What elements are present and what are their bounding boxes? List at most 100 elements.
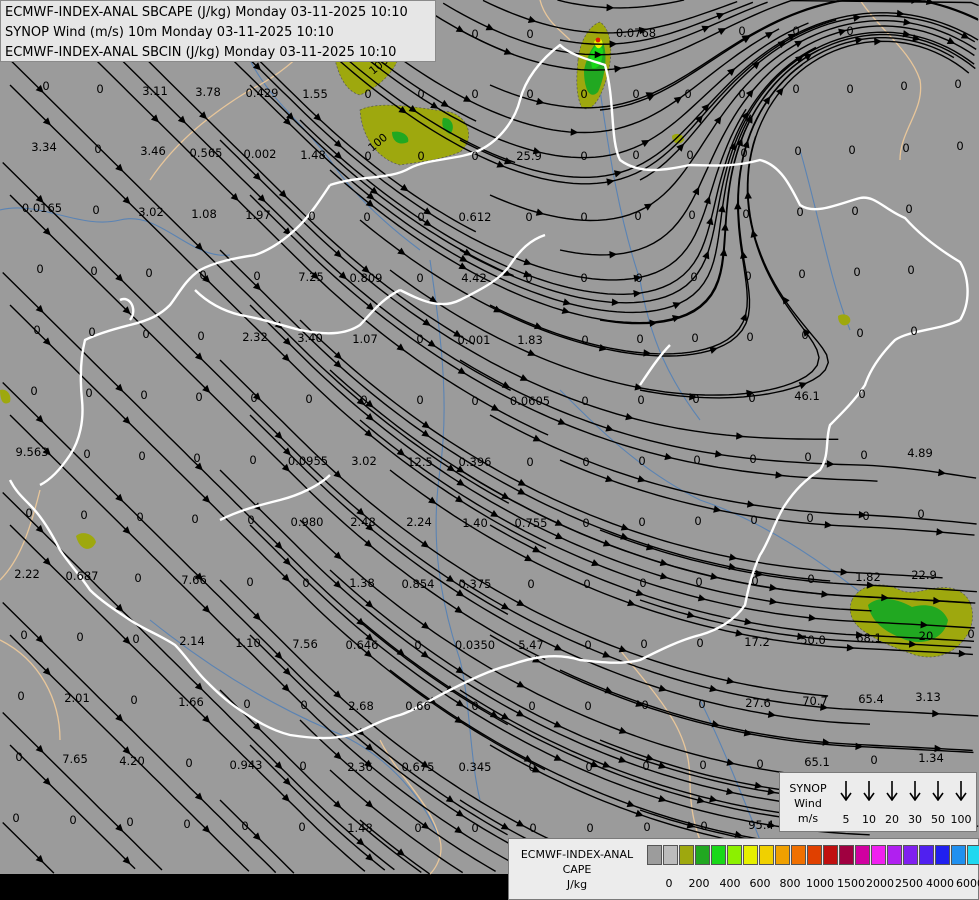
cin-value-label: 0: [580, 149, 587, 163]
cin-value-label: 0.943: [230, 758, 263, 772]
wind-legend-value: 30: [908, 813, 922, 826]
cape-color-swatch: [775, 845, 790, 865]
cin-value-label: 0: [862, 509, 869, 523]
wind-legend-item: 20: [881, 779, 903, 826]
cin-value-label: 0: [846, 24, 853, 38]
cape-color-swatch: [919, 845, 934, 865]
cin-value-label: 0: [363, 210, 370, 224]
cin-value-label: 0: [582, 455, 589, 469]
cin-value-label: 0.0165: [22, 201, 62, 215]
cape-color-swatch: [903, 845, 918, 865]
cin-value-label: 0: [302, 576, 309, 590]
cin-value-label: 0: [695, 575, 702, 589]
cin-value-label: 0: [846, 82, 853, 96]
cin-value-label: 4.89: [907, 446, 933, 460]
cin-value-label: 2.22: [14, 567, 40, 581]
cape-color-swatch: [695, 845, 710, 865]
cin-value-label: 1.83: [517, 333, 543, 347]
cape-color-swatch: [967, 845, 979, 865]
cin-value-label: 7.56: [292, 637, 318, 651]
cin-value-label: 1.34: [918, 751, 944, 765]
cin-value-label: 0: [746, 330, 753, 344]
cin-value-label: 0: [750, 513, 757, 527]
cin-value-label: 0: [632, 148, 639, 162]
cape-scale-label: 400: [719, 877, 741, 890]
cin-value-label: 0: [145, 266, 152, 280]
cin-value-label: 0: [870, 753, 877, 767]
cin-value-label: 0: [792, 24, 799, 38]
cin-value-label: 0: [364, 149, 371, 163]
cin-value-label: 0: [471, 27, 478, 41]
wind-legend-item: 10: [858, 779, 880, 826]
cape-color-swatch: [679, 845, 694, 865]
cin-value-label: 0: [792, 82, 799, 96]
cin-value-label: 0.854: [402, 577, 435, 591]
cin-value-label: 4.42: [461, 271, 487, 285]
cin-value-label: 7.66: [181, 573, 207, 587]
cin-value-label: 0: [740, 146, 747, 160]
cin-value-label: 0: [69, 813, 76, 827]
cin-value-label: 0: [528, 760, 535, 774]
cin-value-label: 0: [185, 756, 192, 770]
cin-value-label: 0: [88, 325, 95, 339]
cin-value-label: 0: [526, 27, 533, 41]
cin-value-label: 3.02: [138, 205, 164, 219]
cin-value-label: 3.78: [195, 85, 221, 99]
cin-value-label: 0: [700, 819, 707, 833]
cin-value-label: 1.48: [300, 148, 326, 162]
cape-color-swatch: [855, 845, 870, 865]
cin-value-label: 65.1: [804, 755, 830, 769]
cin-value-label: 1.97: [245, 208, 271, 222]
cin-value-label: 0: [586, 821, 593, 835]
cin-value-label: 0: [140, 388, 147, 402]
cin-value-label: 2.36: [347, 760, 373, 774]
cin-value-label: 65.4: [858, 692, 884, 706]
cape-scale-label: 600: [749, 877, 771, 890]
cin-value-label: 1.48: [347, 821, 373, 835]
cape-scale-label: 0: [665, 877, 673, 890]
cin-value-label: 7.25: [298, 270, 324, 284]
cin-value-label: 0: [471, 821, 478, 835]
cin-value-label: 0: [42, 79, 49, 93]
cin-value-label: 1.07: [352, 332, 378, 346]
cin-value-label: 0: [308, 209, 315, 223]
cin-value-label: 0: [584, 699, 591, 713]
cin-value-label: 0: [744, 269, 751, 283]
cape-color-swatch: [871, 845, 886, 865]
cin-value-label: 2.24: [406, 515, 432, 529]
cin-value-label: 4.20: [119, 754, 145, 768]
cin-value-label: 1.10: [235, 636, 261, 650]
cin-value-label: 0: [241, 819, 248, 833]
cin-value-label: 0: [917, 507, 924, 521]
cin-value-label: 0: [853, 265, 860, 279]
cape-color-swatch: [711, 845, 726, 865]
cin-value-label: 9.563: [16, 445, 49, 459]
cin-value-label: 0: [749, 452, 756, 466]
cape-color-scale: [647, 845, 979, 867]
cin-value-label: 1.82: [855, 570, 881, 584]
cin-value-label: 0: [360, 393, 367, 407]
cin-value-label: 0.396: [459, 455, 492, 469]
cape-scale-label: 1000: [806, 877, 834, 890]
wind-legend-value: 10: [862, 813, 876, 826]
cin-value-label: 3.34: [31, 140, 57, 154]
cin-value-label: 0: [471, 394, 478, 408]
cape-legend-title: ECMWF-INDEX-ANAL CAPE J/kg: [520, 848, 634, 891]
cin-value-label: 1.66: [178, 695, 204, 709]
cin-value-label: 0: [142, 327, 149, 341]
cin-value-label: 2.14: [179, 634, 205, 648]
cin-value-label: 0.345: [459, 760, 492, 774]
cin-value-label: 0: [94, 142, 101, 156]
cin-value-label: 0: [132, 632, 139, 646]
cin-value-label: 0: [300, 698, 307, 712]
cin-value-label: 0: [967, 627, 974, 641]
cin-value-label: 0: [527, 577, 534, 591]
cin-value-label: 0: [417, 149, 424, 163]
cin-value-label: 46.1: [794, 389, 820, 403]
cin-value-label: 0: [796, 205, 803, 219]
cin-value-label: 0: [807, 572, 814, 586]
cin-value-label: 12.5: [407, 455, 433, 469]
cin-value-label: 0: [138, 449, 145, 463]
cin-value-label: 0.980: [291, 515, 324, 529]
cin-value-label: 0: [798, 267, 805, 281]
